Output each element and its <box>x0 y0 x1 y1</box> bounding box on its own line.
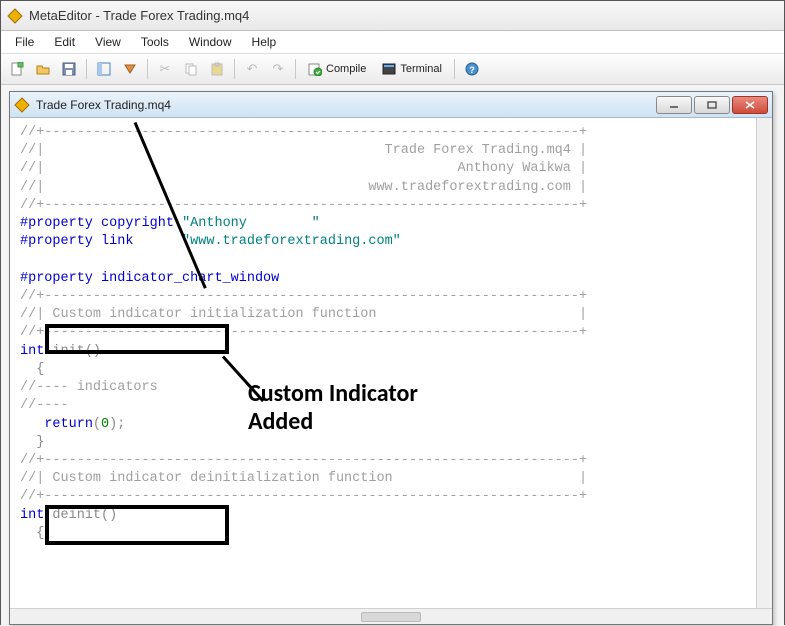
copy-button[interactable] <box>179 57 203 81</box>
menu-tools[interactable]: Tools <box>131 33 179 51</box>
cut-button[interactable]: ✂ <box>153 57 177 81</box>
compile-label: Compile <box>326 63 366 75</box>
workspace: Trade Forex Trading.mq4 //+-------------… <box>1 85 784 626</box>
toolbar: ✂ ↶ ↷ Compile Terminal ? <box>1 53 784 85</box>
undo-button[interactable]: ↶ <box>240 57 264 81</box>
document-titlebar[interactable]: Trade Forex Trading.mq4 <box>10 92 772 118</box>
menu-window[interactable]: Window <box>179 33 242 51</box>
save-button[interactable] <box>57 57 81 81</box>
menu-file[interactable]: File <box>5 33 44 51</box>
toolbar-separator <box>454 59 455 79</box>
toolbar-separator <box>234 59 235 79</box>
toolbar-separator <box>147 59 148 79</box>
toolbar-separator <box>86 59 87 79</box>
maximize-button[interactable] <box>694 96 730 114</box>
toggle-toolbox-button[interactable] <box>118 57 142 81</box>
annotation-box <box>45 505 229 545</box>
menu-help[interactable]: Help <box>242 33 287 51</box>
toggle-navigator-button[interactable] <box>92 57 116 81</box>
file-icon <box>14 97 30 113</box>
paste-button[interactable] <box>205 57 229 81</box>
redo-button[interactable]: ↷ <box>266 57 290 81</box>
document-title: Trade Forex Trading.mq4 <box>36 98 656 112</box>
menu-edit[interactable]: Edit <box>44 33 85 51</box>
annotation-text: Custom Indicator Added <box>248 380 418 435</box>
app-icon <box>7 8 23 24</box>
new-file-button[interactable] <box>5 57 29 81</box>
app-title: MetaEditor - Trade Forex Trading.mq4 <box>29 8 249 23</box>
menubar: File Edit View Tools Window Help <box>1 31 784 53</box>
svg-text:?: ? <box>469 65 475 75</box>
toolbar-separator <box>295 59 296 79</box>
close-button[interactable] <box>732 96 768 114</box>
vertical-scrollbar[interactable] <box>756 118 772 608</box>
open-file-button[interactable] <box>31 57 55 81</box>
menu-view[interactable]: View <box>85 33 131 51</box>
document-window: Trade Forex Trading.mq4 //+-------------… <box>9 91 773 625</box>
annotation-box <box>45 324 229 354</box>
help-button[interactable]: ? <box>460 57 484 81</box>
window-controls <box>656 96 768 114</box>
terminal-label: Terminal <box>400 63 442 75</box>
app-titlebar: MetaEditor - Trade Forex Trading.mq4 <box>1 1 784 31</box>
compile-button[interactable]: Compile <box>301 57 373 81</box>
terminal-button[interactable]: Terminal <box>375 57 449 81</box>
minimize-button[interactable] <box>656 96 692 114</box>
horizontal-scrollbar[interactable] <box>10 608 772 624</box>
scrollbar-thumb[interactable] <box>361 612 421 622</box>
